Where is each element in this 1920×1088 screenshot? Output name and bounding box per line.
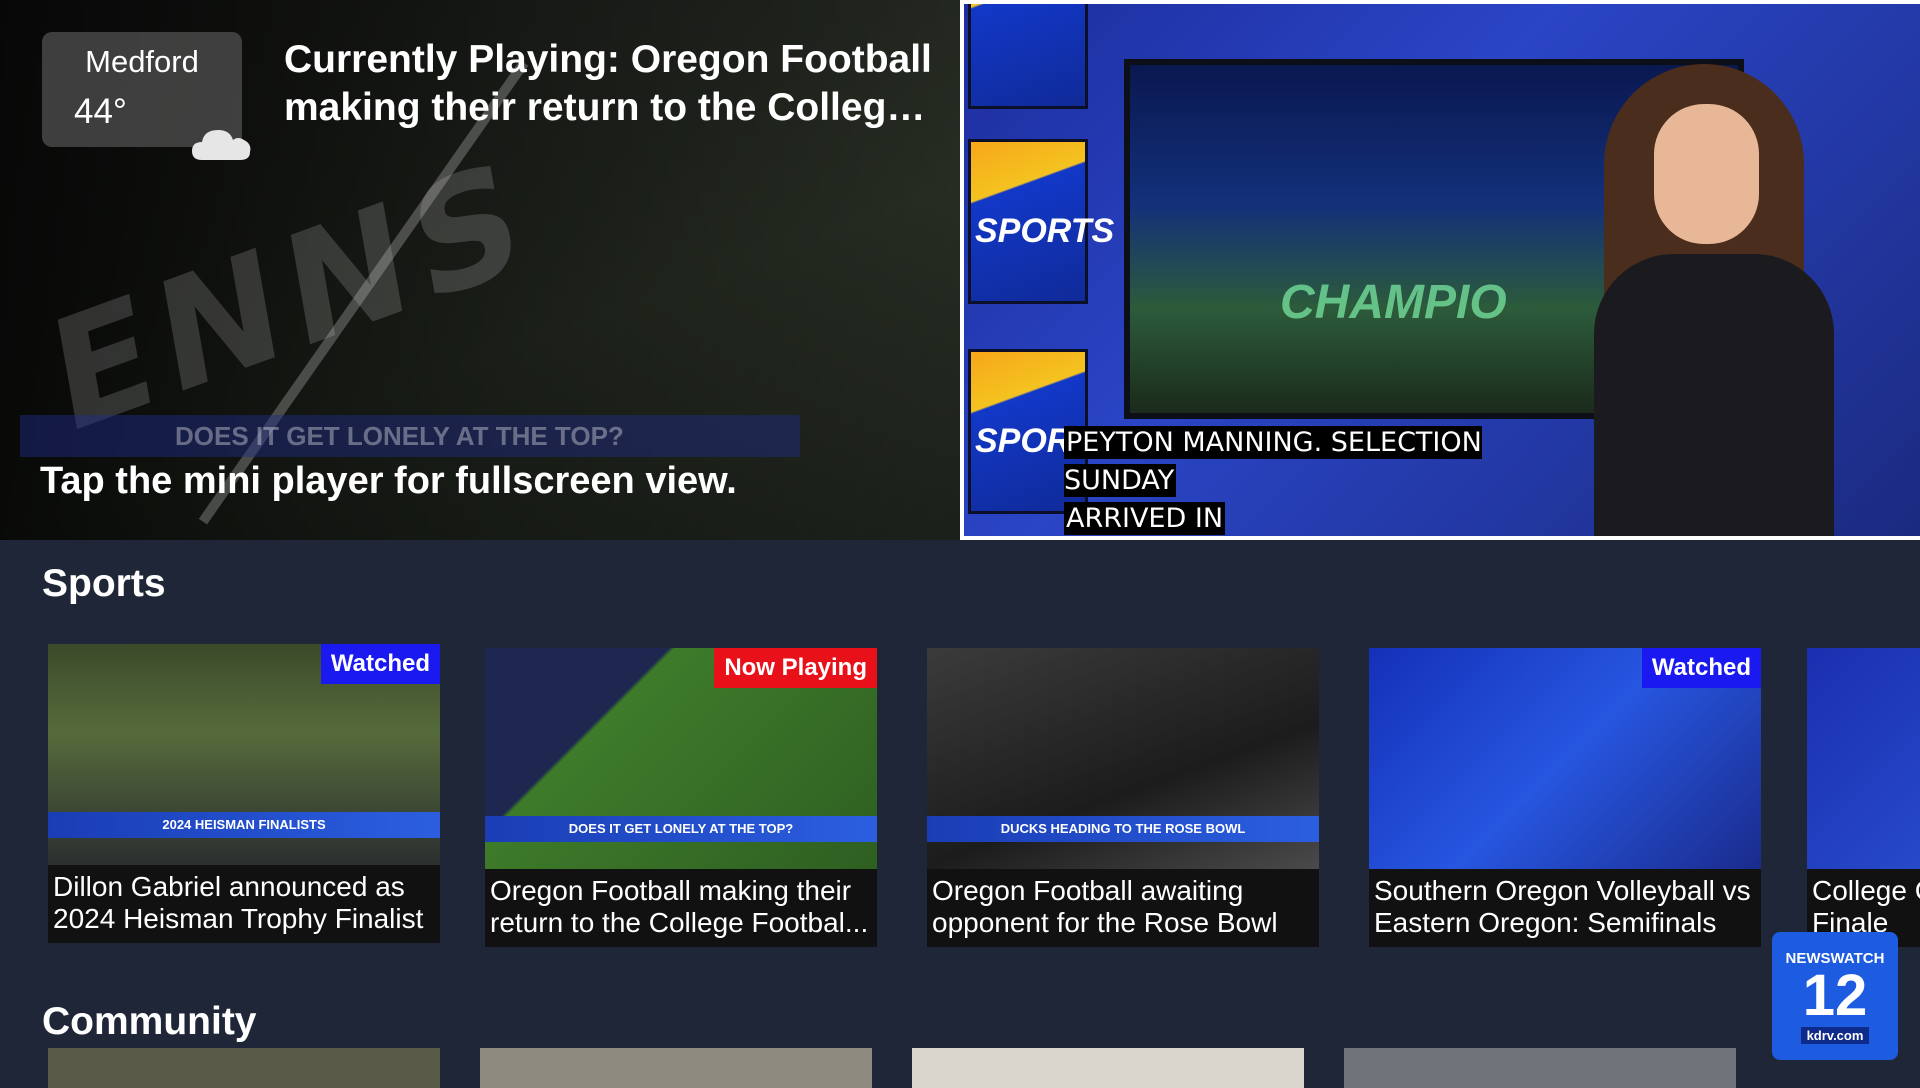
anchor-dress — [1594, 254, 1834, 536]
video-thumbnail — [1807, 648, 1920, 869]
community-thumbnail[interactable] — [48, 1048, 440, 1088]
logo-site: kdrv.com — [1800, 1027, 1870, 1044]
watched-badge: Watched — [1641, 648, 1761, 688]
weather-widget: Medford 44° — [42, 32, 251, 160]
video-title: Oregon Football awaiting opponent for th… — [927, 869, 1319, 947]
weather-city: Medford — [85, 44, 199, 79]
hero-banner-text: DOES IT GET LONELY AT THE TOP? — [175, 421, 624, 451]
video-thumbnail: DUCKS HEADING TO THE ROSE BOWL — [927, 648, 1319, 869]
station-logo: NEWSWATCH 12 kdrv.com — [1772, 932, 1898, 1060]
section-title-sports: Sports — [42, 562, 166, 605]
video-card[interactable]: DUCKS HEADING TO THE ROSE BOWL Oregon Fo… — [927, 648, 1319, 947]
section-title-community: Community — [42, 1000, 257, 1043]
video-title-line1: Oregon Football awaiting — [932, 875, 1244, 906]
video-title-line2: 2024 Heisman Trophy Finalist — [53, 903, 424, 934]
video-card[interactable]: 2024 HEISMAN FINALISTS Watched Dillon Ga… — [48, 644, 440, 943]
community-thumbnail[interactable] — [1344, 1048, 1736, 1088]
caption-line2: ARRIVED IN — [1064, 502, 1226, 535]
thumbnail-lower-third: DOES IT GET LONELY AT THE TOP? — [485, 816, 877, 842]
video-title-line1: Dillon Gabriel announced as — [53, 871, 405, 902]
video-card[interactable]: Watched Southern Oregon Volleyball vs Ea… — [1369, 648, 1761, 947]
video-title: Southern Oregon Volleyball vs Eastern Or… — [1369, 869, 1761, 947]
video-card-partial[interactable]: College G Finale — [1807, 648, 1920, 947]
side-screen: SPORTS — [968, 139, 1114, 304]
community-thumbnail[interactable] — [480, 1048, 872, 1088]
now-playing-badge: Now Playing — [714, 648, 877, 688]
side-screen — [968, 4, 1088, 109]
video-title-line2: opponent for the Rose Bowl — [932, 907, 1278, 938]
hero-area: ENNS DOES IT GET LONELY AT THE TOP? Medf… — [0, 0, 1920, 540]
video-thumbnail: 2024 HEISMAN FINALISTS Watched — [48, 644, 440, 865]
video-thumbnail: DOES IT GET LONELY AT THE TOP? Now Playi… — [485, 648, 877, 869]
video-title-line1: Southern Oregon Volleyball vs — [1374, 875, 1751, 906]
cloud-icon — [192, 130, 251, 160]
video-title-line1: Oregon Football making their — [490, 875, 852, 906]
video-title-line2: return to the College Footbal... — [490, 907, 869, 938]
video-thumbnail: Watched — [1369, 648, 1761, 869]
video-card[interactable]: DOES IT GET LONELY AT THE TOP? Now Playi… — [485, 648, 877, 947]
thumbnail-lower-third: 2024 HEISMAN FINALISTS — [48, 812, 440, 838]
watched-badge: Watched — [320, 644, 440, 684]
now-playing-title: Currently Playing: Oregon Football makin… — [284, 36, 944, 132]
weather-temp: 44° — [74, 92, 127, 131]
mini-player[interactable]: SPORTS SPORTS CHAMPIO PEYTON MANNING. SE… — [960, 0, 1920, 540]
thumbnail-lower-third: DUCKS HEADING TO THE ROSE BOWL — [927, 816, 1319, 842]
video-title: Oregon Football making their return to t… — [485, 869, 877, 947]
logo-number: 12 — [1802, 963, 1868, 1028]
news-anchor — [1584, 64, 1844, 536]
video-title-line1: College G — [1812, 875, 1920, 906]
now-playing-line2: making their return to the College ... — [284, 86, 944, 129]
closed-caption: PEYTON MANNING. SELECTION SUNDAY ARRIVED… — [1064, 424, 1494, 536]
now-playing-line1: Currently Playing: Oregon Football — [284, 38, 932, 81]
caption-line1: PEYTON MANNING. SELECTION SUNDAY — [1064, 426, 1482, 497]
anchor-face — [1654, 104, 1759, 244]
monitor-text: CHAMPIO — [1280, 276, 1507, 329]
video-title-line2: Eastern Oregon: Semifinals — [1374, 907, 1717, 938]
fullscreen-hint: Tap the mini player for fullscreen view. — [40, 460, 737, 502]
video-title: Dillon Gabriel announced as 2024 Heisman… — [48, 865, 440, 943]
side-screen-text: SPORTS — [975, 212, 1115, 250]
hero-banner: DOES IT GET LONELY AT THE TOP? — [20, 415, 800, 457]
community-thumbnail[interactable] — [912, 1048, 1304, 1088]
